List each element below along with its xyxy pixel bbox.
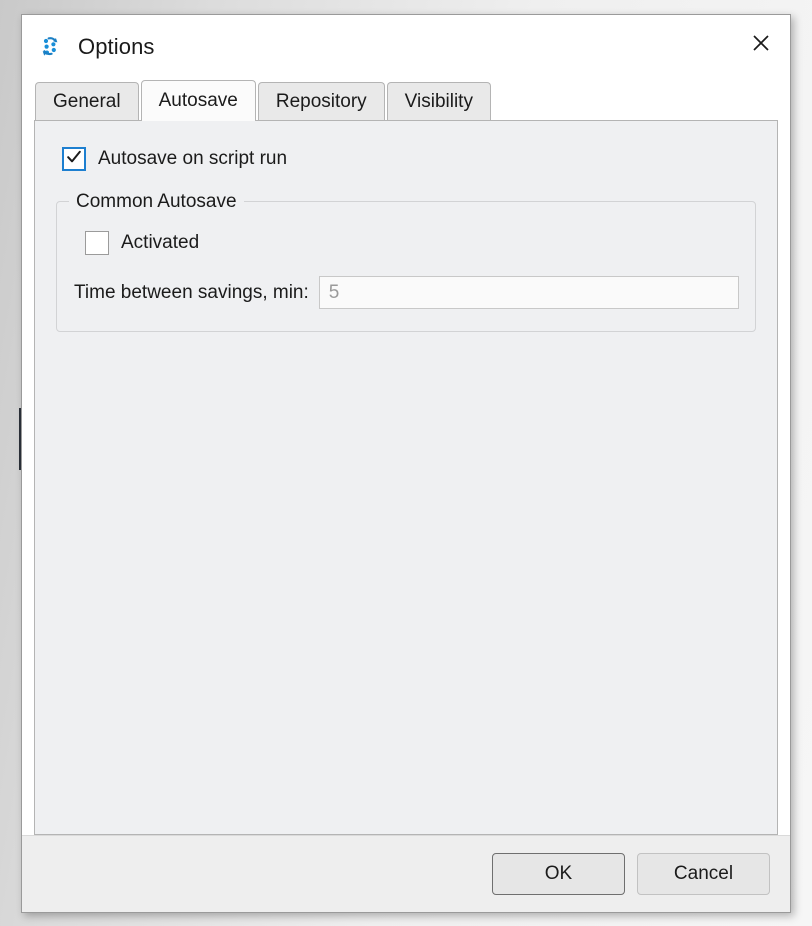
options-cycle-icon: [37, 34, 63, 60]
common-autosave-groupbox: Common Autosave Activated Time between s…: [56, 191, 756, 332]
time-between-savings-input[interactable]: [318, 276, 739, 309]
time-between-savings-row: Time between savings, min:: [74, 276, 739, 309]
time-between-savings-label: Time between savings, min:: [74, 281, 309, 303]
checkmark-icon: [65, 148, 83, 171]
cancel-button[interactable]: Cancel: [637, 853, 770, 895]
tab-visibility[interactable]: Visibility: [386, 82, 491, 120]
activated-checkbox[interactable]: [85, 231, 109, 255]
autosave-on-script-run-checkbox[interactable]: [62, 147, 86, 171]
common-autosave-legend: Common Autosave: [69, 191, 244, 213]
options-dialog: Options General Autosave Repository Visi…: [21, 14, 791, 913]
tab-strip: General Autosave Repository Visibility: [34, 78, 778, 121]
title-bar: Options: [22, 15, 790, 78]
window-title: Options: [78, 33, 155, 59]
autosave-on-script-run-label: Autosave on script run: [98, 148, 288, 169]
close-icon: [751, 33, 771, 53]
ok-button[interactable]: OK: [492, 853, 625, 895]
activated-row[interactable]: Activated: [85, 231, 739, 255]
autosave-on-script-run-row[interactable]: Autosave on script run: [62, 147, 759, 171]
activated-label: Activated: [121, 232, 200, 253]
tab-autosave[interactable]: Autosave: [140, 80, 256, 121]
dialog-footer: OK Cancel: [22, 835, 790, 912]
close-button[interactable]: [732, 15, 790, 71]
dialog-body: General Autosave Repository Visibility A…: [22, 78, 790, 835]
tab-general[interactable]: General: [35, 82, 139, 120]
autosave-tab-panel: Autosave on script run Common Autosave A…: [34, 120, 778, 835]
tab-repository[interactable]: Repository: [257, 82, 385, 120]
